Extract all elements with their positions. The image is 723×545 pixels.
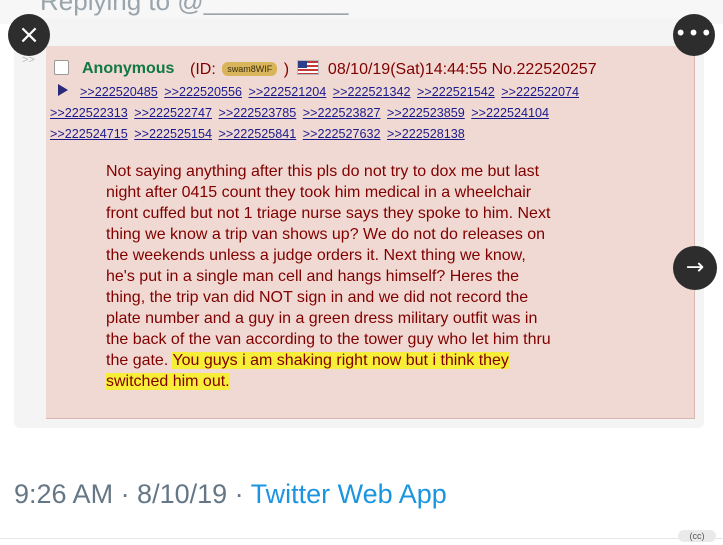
post-body-line: the back of the van according to the tow… (106, 331, 551, 348)
reply-link[interactable]: >>222523785 (219, 106, 297, 120)
post-checkbox (54, 60, 69, 75)
reply-link[interactable]: >>222528138 (387, 127, 465, 141)
highlighted-text: switched him out. (106, 373, 230, 390)
reply-row: >>222522313 >>222522747 >>222523785 >>22… (50, 103, 690, 124)
reply-links: >>222520485 >>222520556 >>222521204 >>22… (50, 82, 690, 145)
divider (0, 538, 723, 539)
reply-link[interactable]: >>222521542 (417, 85, 495, 99)
post-body-line: he's put in a single man cell and hangs … (106, 268, 520, 285)
reply-link[interactable]: >>222522313 (50, 106, 128, 120)
reply-row: >>222524715 >>222525154 >>222525841 >>22… (50, 124, 690, 145)
cc-badge: (cc) (678, 530, 716, 542)
post-body-line: plate number and a guy in a green dress … (106, 310, 538, 327)
more-options-icon[interactable]: ••• (673, 14, 715, 56)
poster-name: Anonymous (82, 60, 175, 77)
post-body-line: front cuffed but not 1 triage nurse says… (106, 205, 551, 222)
post-body-line: night after 0415 count they took him med… (106, 184, 532, 201)
post-body-line: thing, the trip van did NOT sign in and … (106, 289, 529, 306)
post-header: (ID: swam8WIF ) 08/10/19(Sat)14:44:55 No… (190, 60, 597, 79)
reply-link[interactable]: >>222520485 (80, 85, 158, 99)
poster-id-suffix: ) (283, 61, 290, 78)
reply-link[interactable]: >>222522074 (501, 85, 579, 99)
post-body: Not saying anything after this pls do no… (106, 161, 666, 392)
post-body-line: the weekends unless a judge orders it. N… (106, 247, 526, 264)
reply-link[interactable]: >>222525154 (134, 127, 212, 141)
post-body-line: thing we know a trip van shows up? We do… (106, 226, 546, 243)
us-flag-icon (297, 60, 320, 75)
highlighted-text: You guys i am shaking right now but i th… (172, 352, 509, 369)
poster-id-prefix: (ID: (190, 61, 216, 78)
reply-link[interactable]: >>222523859 (387, 106, 465, 120)
reply-link[interactable]: >>222525841 (219, 127, 297, 141)
tweet-source-app[interactable]: Twitter Web App (251, 479, 447, 509)
reply-link[interactable]: >>222523827 (303, 106, 381, 120)
reply-link[interactable]: >>222524104 (471, 106, 549, 120)
reply-link[interactable]: >>222527632 (303, 127, 381, 141)
poster-id-badge: swam8WIF (222, 62, 278, 76)
post-number: No.222520257 (491, 61, 597, 78)
post-body-line: the gate. You guys i am shaking right no… (106, 350, 666, 371)
tweet-meta: 9:26 AM · 8/10/19 · Twitter Web App (14, 479, 447, 510)
post-body-line: Not saying anything after this pls do no… (106, 163, 540, 180)
reply-link[interactable]: >>222522747 (134, 106, 212, 120)
next-arrow-icon[interactable]: → (673, 246, 717, 290)
close-icon[interactable]: × (8, 14, 50, 56)
reply-link[interactable]: >>222521342 (333, 85, 411, 99)
replying-to-text: Replying to @__________ (40, 0, 349, 16)
reply-link[interactable]: >>222524715 (50, 127, 128, 141)
reply-link[interactable]: >>222520556 (164, 85, 242, 99)
post-body-line: switched him out. (106, 371, 666, 392)
reply-link[interactable]: >>222521204 (249, 85, 327, 99)
reply-row: >>222520485 >>222520556 >>222521204 >>22… (50, 82, 690, 103)
post-body-text: the gate. (106, 352, 173, 369)
post-datetime: 08/10/19(Sat)14:44:55 (327, 61, 488, 78)
tweet-timestamp[interactable]: 9:26 AM · 8/10/19 · (14, 479, 251, 509)
